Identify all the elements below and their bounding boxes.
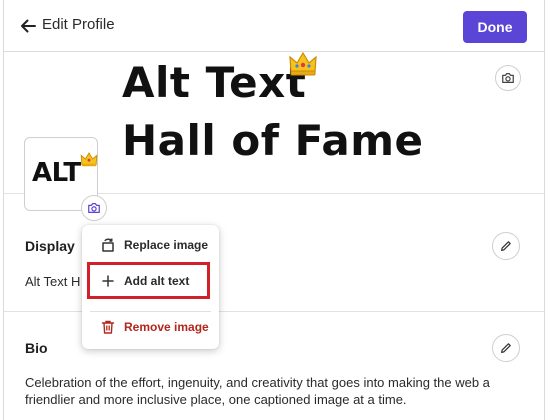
display-name-label: Display	[25, 238, 75, 254]
plus-icon	[102, 275, 114, 287]
banner-camera-button[interactable]	[495, 65, 521, 91]
avatar-text: ALT	[32, 158, 81, 188]
profile-editor: Edit Profile Done Alt Text Hall of Fame …	[3, 0, 545, 420]
replace-image-icon	[102, 238, 114, 252]
crown-icon	[80, 152, 98, 167]
banner-title-line-1: Alt Text	[122, 58, 307, 107]
menu-item-add-alt-text[interactable]: Add alt text	[82, 266, 219, 296]
trash-icon	[101, 320, 115, 334]
image-options-menu: Replace image Add alt text Remove image	[82, 225, 219, 349]
display-name-value: Alt Text H	[25, 274, 81, 289]
bio-text: Celebration of the effort, ingenuity, an…	[25, 375, 490, 407]
menu-item-remove-image[interactable]: Remove image	[82, 312, 219, 342]
edit-bio-button[interactable]	[492, 334, 520, 362]
menu-item-replace-image[interactable]: Replace image	[82, 230, 219, 260]
pencil-icon	[501, 241, 511, 251]
avatar-camera-button[interactable]	[81, 195, 107, 221]
done-button[interactable]: Done	[463, 11, 527, 43]
page-title: Edit Profile	[42, 16, 115, 33]
crown-icon	[289, 51, 317, 76]
header-bar: Edit Profile Done	[4, 0, 544, 52]
pencil-icon	[501, 343, 511, 353]
back-button[interactable]	[17, 15, 39, 37]
menu-item-label: Remove image	[124, 320, 209, 334]
edit-display-name-button[interactable]	[492, 232, 520, 260]
bio-label: Bio	[25, 340, 48, 356]
camera-icon	[502, 73, 514, 83]
banner-title-line-2: Hall of Fame	[122, 116, 424, 165]
menu-item-label: Replace image	[124, 238, 209, 252]
arrow-left-icon	[21, 19, 36, 33]
menu-item-label: Add alt text	[124, 274, 190, 288]
camera-icon	[88, 203, 100, 213]
